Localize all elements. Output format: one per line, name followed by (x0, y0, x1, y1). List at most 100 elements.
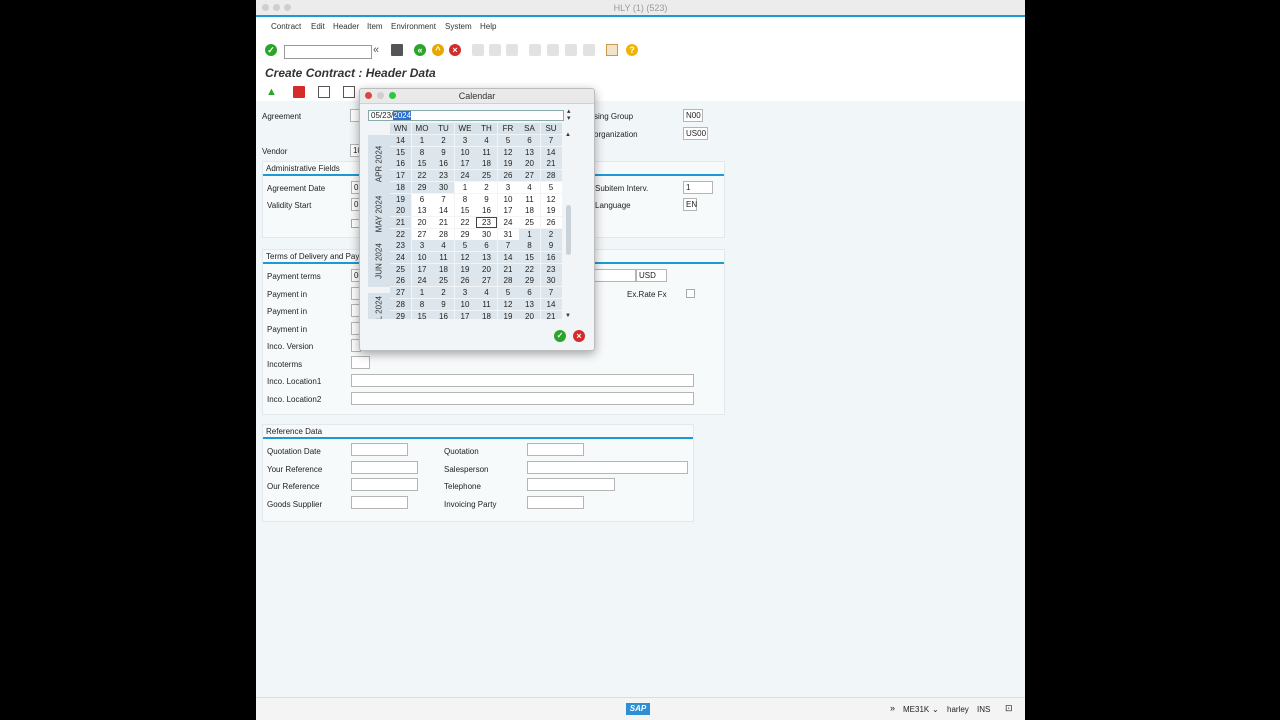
calendar-day[interactable]: 2 (540, 228, 562, 240)
chevron-down-icon[interactable]: ⌄ (932, 705, 939, 714)
calendar-day[interactable]: 23 (476, 216, 497, 228)
calendar-day[interactable]: 24 (411, 275, 433, 287)
quotation-date-field[interactable] (351, 443, 408, 456)
calendar-day[interactable]: 2 (476, 181, 497, 193)
calendar-day[interactable]: 24 (497, 216, 519, 228)
calendar-day[interactable]: 5 (540, 181, 562, 193)
exit-icon[interactable]: ^ (432, 44, 444, 56)
calendar-day[interactable]: 19 (497, 310, 519, 319)
calendar-day[interactable]: 21 (540, 158, 562, 170)
goods-supplier-field[interactable] (351, 496, 408, 509)
date-spinner-icon[interactable]: ▴ ▾ (567, 108, 571, 122)
calendar-day[interactable]: 3 (454, 135, 476, 146)
calendar-day[interactable]: 29 (411, 181, 433, 193)
calendar-day[interactable]: 10 (454, 146, 476, 158)
week-number[interactable]: 14 (390, 135, 411, 146)
calendar-day[interactable]: 18 (476, 158, 497, 170)
calendar-day[interactable]: 8 (519, 240, 540, 252)
calendar-day[interactable]: 4 (519, 181, 540, 193)
calendar-day[interactable]: 9 (476, 193, 497, 205)
calendar-day[interactable]: 17 (454, 158, 476, 170)
calendar-day[interactable]: 11 (433, 252, 454, 263)
previous-page-icon[interactable] (547, 44, 559, 56)
calendar-day[interactable]: 4 (476, 287, 497, 299)
calendar-day[interactable]: 18 (519, 205, 540, 217)
incoterms-field[interactable] (351, 356, 370, 369)
find-icon[interactable] (489, 44, 501, 56)
input-mode[interactable]: INS (977, 705, 990, 714)
calendar-day[interactable]: 26 (497, 170, 519, 182)
calendar-day[interactable]: 19 (540, 205, 562, 217)
calendar-day[interactable]: 23 (433, 170, 454, 182)
calendar-day[interactable]: 12 (497, 298, 519, 310)
calendar-day[interactable]: 6 (476, 240, 497, 252)
calendar-day[interactable]: 11 (476, 298, 497, 310)
scroll-up-icon[interactable]: ▲ (565, 132, 571, 138)
calendar-day[interactable]: 17 (411, 263, 433, 275)
calendar-day[interactable]: 5 (454, 240, 476, 252)
calendar-day[interactable]: 13 (519, 146, 540, 158)
calendar-day[interactable]: 22 (519, 263, 540, 275)
calendar-day[interactable]: 23 (540, 263, 562, 275)
calendar-day[interactable]: 5 (497, 135, 519, 146)
calendar-day[interactable]: 21 (433, 216, 454, 228)
calendar-day[interactable]: 15 (411, 158, 433, 170)
calendar-day[interactable]: 9 (433, 298, 454, 310)
calendar-day[interactable]: 14 (540, 298, 562, 310)
calendar-day[interactable]: 25 (476, 170, 497, 182)
calendar-day[interactable]: 6 (519, 135, 540, 146)
header-overview-icon[interactable]: ▲ (266, 86, 278, 98)
calendar-day[interactable]: 10 (411, 252, 433, 263)
calendar-day[interactable]: 20 (519, 310, 540, 319)
status-expand-icon[interactable]: » (890, 703, 895, 713)
calendar-day[interactable]: 16 (433, 158, 454, 170)
menu-edit[interactable]: Edit (311, 22, 325, 31)
calendar-day[interactable]: 5 (497, 287, 519, 299)
save-icon[interactable] (391, 44, 403, 56)
week-number[interactable]: 23 (390, 240, 411, 252)
calendar-day[interactable]: 30 (476, 228, 497, 240)
currency-field[interactable]: USD (636, 269, 667, 282)
calendar-day[interactable]: 2 (433, 135, 454, 146)
language-field[interactable]: EN (683, 198, 697, 211)
calendar-day[interactable]: 1 (411, 287, 433, 299)
week-number[interactable]: 24 (390, 252, 411, 263)
calendar-day[interactable]: 27 (519, 170, 540, 182)
calendar-day[interactable]: 29 (519, 275, 540, 287)
calendar-day[interactable]: 17 (497, 205, 519, 217)
week-number[interactable]: 16 (390, 158, 411, 170)
calendar-day[interactable]: 20 (519, 158, 540, 170)
menu-header[interactable]: Header (333, 22, 359, 31)
purchasing-org-field[interactable]: US00 (683, 127, 708, 140)
calendar-day[interactable]: 4 (476, 135, 497, 146)
calendar-day[interactable]: 18 (433, 263, 454, 275)
calendar-day[interactable]: 30 (540, 275, 562, 287)
calendar-day[interactable]: 14 (497, 252, 519, 263)
week-number[interactable]: 25 (390, 263, 411, 275)
week-number[interactable]: 19 (390, 193, 411, 205)
calendar-day[interactable]: 31 (497, 228, 519, 240)
cancel-icon[interactable]: × (449, 44, 461, 56)
calendar-day[interactable]: 3 (497, 181, 519, 193)
calendar-day[interactable]: 28 (540, 170, 562, 182)
item-overview-icon[interactable] (293, 86, 305, 98)
calendar-day[interactable]: 28 (497, 275, 519, 287)
calendar-day[interactable]: 14 (540, 146, 562, 158)
calendar-day[interactable]: 27 (476, 275, 497, 287)
help-icon[interactable]: ? (626, 44, 638, 56)
calendar-day[interactable]: 30 (433, 181, 454, 193)
calendar-day[interactable]: 16 (433, 310, 454, 319)
calendar-day[interactable]: 14 (433, 205, 454, 217)
back-icon[interactable]: « (414, 44, 426, 56)
calendar-day[interactable]: 25 (433, 275, 454, 287)
calendar-day[interactable]: 20 (476, 263, 497, 275)
calendar-day[interactable]: 8 (411, 298, 433, 310)
week-number[interactable]: 27 (390, 287, 411, 299)
calendar-day[interactable]: 20 (411, 216, 433, 228)
menu-system[interactable]: System (445, 22, 472, 31)
calendar-day[interactable]: 19 (497, 158, 519, 170)
edit-document-icon[interactable] (318, 86, 330, 98)
calendar-day[interactable]: 9 (540, 240, 562, 252)
calendar-day[interactable]: 7 (433, 193, 454, 205)
calendar-day[interactable]: 13 (411, 205, 433, 217)
